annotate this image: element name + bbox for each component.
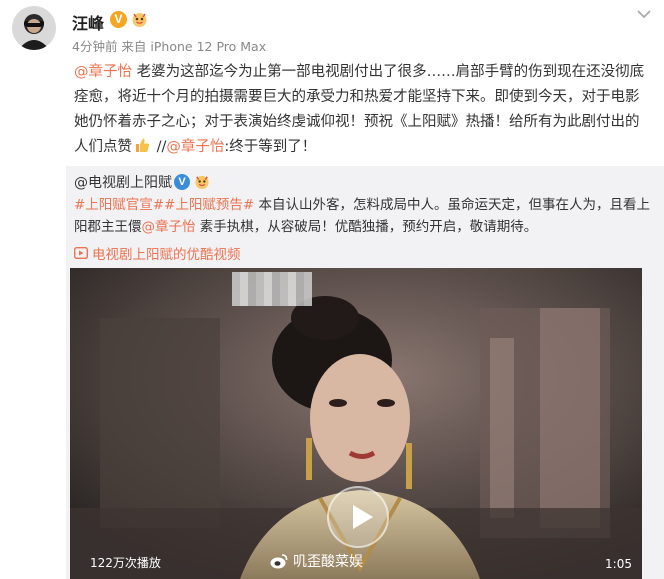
weibo-logo-icon — [270, 554, 288, 569]
video-player[interactable]: 122万次播放 叽歪酸菜娱 1:05 — [70, 268, 642, 579]
hashtag-link[interactable]: #上阳赋官宣# — [74, 197, 164, 213]
play-button[interactable] — [327, 486, 389, 548]
repost-author[interactable]: @电视剧上阳赋 — [74, 172, 172, 192]
fan-badge-icon — [131, 11, 148, 28]
thumbs-up-icon — [134, 137, 150, 153]
watermark: 叽歪酸菜娱 — [270, 551, 363, 571]
hashtag-link[interactable]: #上阳赋预告# — [164, 197, 254, 213]
avatar[interactable] — [12, 6, 56, 50]
repost-body-2: 素手执棋，从容破局！优酷独播，预约开启，敬请期待。 — [195, 219, 538, 235]
repost-separator: // — [152, 139, 167, 155]
play-count: 122万次播放 — [90, 556, 161, 570]
video-link[interactable]: 电视剧上阳赋的优酷视频 — [74, 243, 241, 263]
video-duration: 1:05 — [605, 557, 632, 571]
video-link-label: 电视剧上阳赋的优酷视频 — [92, 247, 241, 263]
mention-link-2[interactable]: @章子怡 — [166, 139, 224, 155]
username[interactable]: 汪峰 — [72, 10, 104, 34]
video-link-icon — [74, 247, 88, 259]
post-tail: :终于等到了！ — [224, 139, 317, 155]
post-text: @章子怡 老婆为这部迄今为止第一部电视剧付出了很多……肩部手臂的伤到现在还没彻底… — [74, 60, 652, 160]
v-verified-blue-icon: V — [174, 174, 190, 190]
mention-link[interactable]: @章子怡 — [74, 64, 132, 80]
post-meta: 4分钟前 来自 iPhone 12 Pro Max — [72, 39, 267, 54]
v-verified-icon: V — [110, 11, 127, 28]
repost-card[interactable]: @电视剧上阳赋 V #上阳赋官宣##上阳赋预告# 本自认山外客，怎料成局中人。虽… — [66, 166, 664, 579]
blurred-overlay — [232, 272, 312, 306]
mention-link[interactable]: @章子怡 — [142, 219, 196, 235]
fan-badge-icon — [194, 174, 210, 190]
repost-text: #上阳赋官宣##上阳赋预告# 本自认山外客，怎料成局中人。虽命运天定，但事在人为… — [74, 194, 656, 238]
watermark-text: 叽歪酸菜娱 — [293, 554, 363, 570]
chevron-down-icon[interactable] — [634, 6, 654, 22]
